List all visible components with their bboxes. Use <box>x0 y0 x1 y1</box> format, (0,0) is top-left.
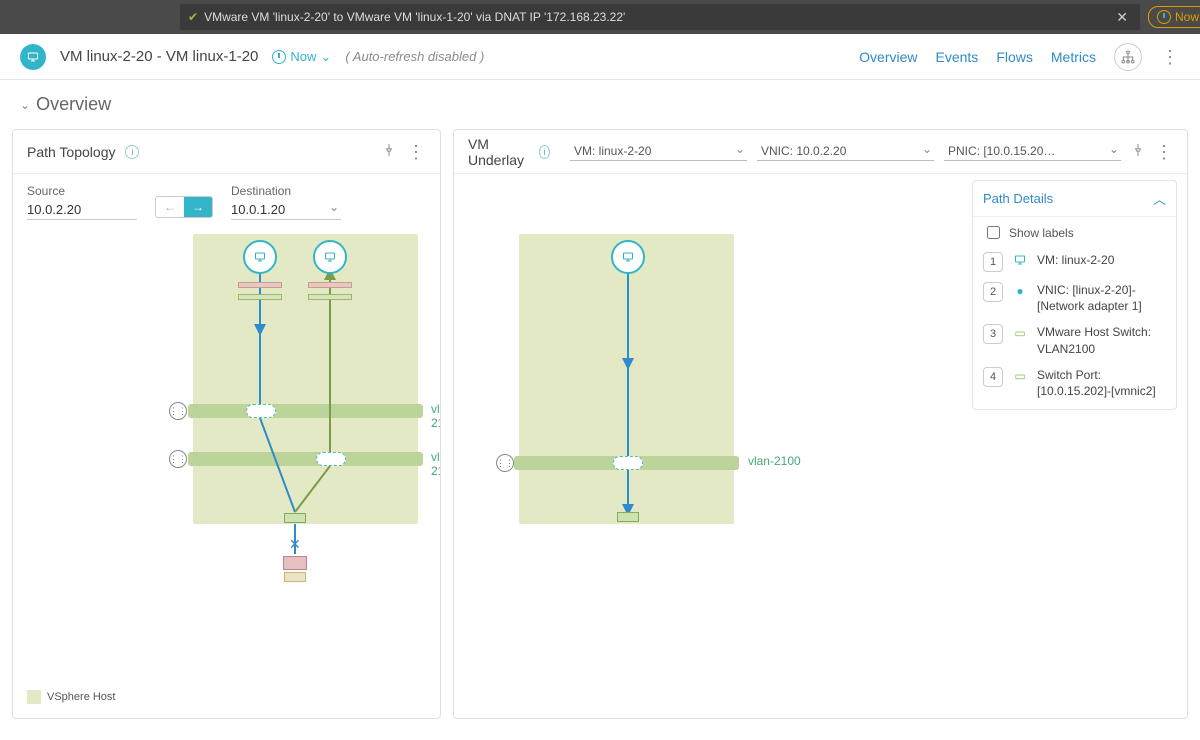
time-range-now[interactable]: Now ⌄ <box>1148 6 1200 28</box>
vnic-node[interactable] <box>238 282 282 288</box>
cluster-icon[interactable]: ⋮⋮ <box>496 454 514 472</box>
vlan-bar-2100 <box>188 404 423 418</box>
section-overview-header[interactable]: ⌄ Overview <box>0 80 1200 129</box>
direction-left[interactable]: ← <box>156 197 184 217</box>
clear-search-icon[interactable]: ✕ <box>1112 9 1132 26</box>
vnic-icon: ● <box>1011 282 1029 298</box>
path-details-header[interactable]: Path Details ︿ <box>973 181 1176 217</box>
destination-input[interactable] <box>231 200 341 220</box>
vm-node-destination[interactable] <box>313 240 347 274</box>
path-topology-panel: Path Topology i ⋮ Source ← → Destination <box>12 129 441 719</box>
search-text: VMware VM 'linux-2-20' to VMware VM 'lin… <box>204 10 625 24</box>
show-labels-toggle[interactable]: Show labels <box>983 223 1166 242</box>
panel-title: Path Topology <box>27 144 115 160</box>
vlan-label-2100: vlan-2100 <box>431 402 440 430</box>
vnic-node[interactable] <box>238 294 282 300</box>
switchport-icon: ▭ <box>1011 367 1029 383</box>
vlan-label-2101: vlan-2101 <box>431 450 440 478</box>
vnic-dropdown[interactable] <box>757 142 934 161</box>
info-icon[interactable]: i <box>539 145 550 159</box>
clock-icon <box>1157 10 1171 24</box>
direction-toggle[interactable]: ← → <box>155 196 213 218</box>
step-text: Switch Port: [10.0.15.202]-[vmnic2] <box>1037 367 1166 399</box>
destination-label: Destination <box>231 184 341 198</box>
vm-node[interactable] <box>611 240 645 274</box>
vlan-label: vlan-2100 <box>748 454 801 468</box>
tab-overview[interactable]: Overview <box>859 49 917 65</box>
vm-icon <box>1011 252 1029 266</box>
info-icon[interactable]: i <box>125 145 139 159</box>
cluster-icon[interactable]: ⋮⋮ <box>169 450 187 468</box>
time-now-link[interactable]: Now ⌄ <box>272 49 331 65</box>
global-search-field[interactable]: ✔ VMware VM 'linux-2-20' to VMware VM 'l… <box>180 4 1140 30</box>
panel-more-menu[interactable]: ⋮ <box>1155 147 1173 157</box>
panels-row: Path Topology i ⋮ Source ← → Destination <box>0 129 1200 731</box>
vswitch-icon: ▭ <box>1011 324 1029 340</box>
vlan-bar-2101 <box>188 452 423 466</box>
path-details-card: Path Details ︿ Show labels 1 VM: linux-2… <box>972 180 1177 410</box>
check-icon: ✔ <box>188 10 198 24</box>
vm-underlay-panel: VM Underlay i ⋮ vlan-2100 ⋮⋮ <box>453 129 1188 719</box>
legend-swatch <box>27 690 41 704</box>
vnic-node[interactable] <box>308 282 352 288</box>
top-bar: ✔ VMware VM 'linux-2-20' to VMware VM 'l… <box>0 0 1200 34</box>
router-node[interactable] <box>283 556 307 570</box>
vswitch-pill[interactable] <box>316 452 346 466</box>
vswitch-pill[interactable] <box>613 456 643 470</box>
chevron-down-icon: ⌄ <box>320 49 331 65</box>
source-label: Source <box>27 184 137 198</box>
show-labels-checkbox[interactable] <box>987 226 1000 239</box>
autorefresh-status: ( Auto-refresh disabled ) <box>345 49 484 64</box>
path-detail-row[interactable]: 4 ▭ Switch Port: [10.0.15.202]-[vmnic2] <box>983 367 1166 399</box>
close-icon[interactable]: ✕ <box>289 536 301 553</box>
step-number: 2 <box>983 282 1003 302</box>
page-title: VM linux-2-20 - VM linux-1-20 <box>60 48 258 65</box>
vm-icon <box>20 44 46 70</box>
topology-icon[interactable] <box>1114 43 1142 71</box>
step-number: 3 <box>983 324 1003 344</box>
legend-label: VSphere Host <box>47 691 115 703</box>
sub-header: VM linux-2-20 - VM linux-1-20 Now ⌄ ( Au… <box>0 34 1200 80</box>
path-topology-diagram[interactable]: vlan-2100 ⋮⋮ vlan-2101 ⋮⋮ <box>13 224 440 718</box>
path-details-title: Path Details <box>983 191 1053 206</box>
more-menu[interactable]: ⋮ <box>1160 52 1180 62</box>
pnic-dropdown[interactable] <box>944 142 1121 161</box>
tab-metrics[interactable]: Metrics <box>1051 49 1096 65</box>
source-input[interactable] <box>27 200 137 220</box>
vm-node-source[interactable] <box>243 240 277 274</box>
panel-more-menu[interactable]: ⋮ <box>406 147 426 157</box>
sub-tabs: Overview Events Flows Metrics ⋮ <box>859 43 1180 71</box>
vm-dropdown[interactable] <box>570 142 747 161</box>
vsphere-host-box <box>193 234 418 524</box>
pin-icon[interactable] <box>382 143 396 160</box>
panel-title: VM Underlay <box>468 136 529 168</box>
panel-header: Path Topology i ⋮ <box>13 130 440 174</box>
vswitch-pill[interactable] <box>246 404 276 418</box>
vnic-node[interactable] <box>308 294 352 300</box>
tab-events[interactable]: Events <box>936 49 979 65</box>
step-number: 1 <box>983 252 1003 272</box>
step-text: VMware Host Switch: VLAN2100 <box>1037 324 1166 356</box>
switch-port-node[interactable] <box>617 512 639 522</box>
panel-header: VM Underlay i ⋮ <box>454 130 1187 174</box>
step-text: VM: linux-2-20 <box>1037 252 1114 268</box>
clock-icon <box>272 50 286 64</box>
step-text: VNIC: [linux-2-20]-[Network adapter 1] <box>1037 282 1166 314</box>
chevron-down-icon: ⌄ <box>20 98 30 112</box>
legend: VSphere Host <box>27 690 115 704</box>
path-detail-row[interactable]: 2 ● VNIC: [linux-2-20]-[Network adapter … <box>983 282 1166 314</box>
switch-port-node[interactable] <box>284 513 306 523</box>
path-detail-row[interactable]: 3 ▭ VMware Host Switch: VLAN2100 <box>983 324 1166 356</box>
gateway-node[interactable] <box>284 572 306 582</box>
cluster-icon[interactable]: ⋮⋮ <box>169 402 187 420</box>
step-number: 4 <box>983 367 1003 387</box>
vsphere-host-box <box>519 234 734 524</box>
path-detail-row[interactable]: 1 VM: linux-2-20 <box>983 252 1166 272</box>
tab-flows[interactable]: Flows <box>996 49 1033 65</box>
direction-right[interactable]: → <box>184 197 212 217</box>
chevron-up-icon[interactable]: ︿ <box>1153 189 1166 208</box>
section-overview-label: Overview <box>36 94 111 115</box>
source-destination-row: Source ← → Destination <box>13 174 440 224</box>
pin-icon[interactable] <box>1131 143 1145 160</box>
